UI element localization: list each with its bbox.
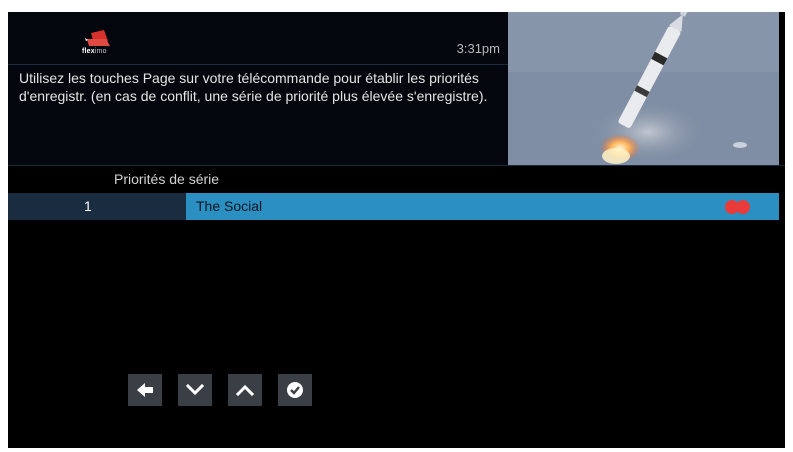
clock: 3:31pm: [456, 41, 500, 56]
checkmark-circle-icon: [287, 382, 303, 398]
header-divider: [8, 64, 508, 65]
record-series-icon: [725, 200, 753, 214]
chevron-down-icon: [186, 383, 204, 396]
logo-text: fleximo: [82, 48, 107, 55]
chevron-up-icon: [236, 384, 254, 397]
list-divider: [8, 165, 785, 166]
header: fleximo 3:31pm Utilisez les touches Page…: [8, 12, 508, 165]
confirm-button[interactable]: [278, 374, 312, 406]
column-header: Priorités de série: [114, 171, 220, 187]
logo-icon: [85, 30, 110, 46]
move-up-button[interactable]: [228, 374, 262, 406]
series-title: The Social: [196, 198, 263, 214]
priority-cell: 1: [8, 193, 186, 220]
tv-screen: fleximo 3:31pm Utilisez les touches Page…: [8, 12, 785, 448]
back-button[interactable]: [128, 374, 162, 406]
arrow-left-icon: [137, 383, 153, 397]
flexiimo-logo: fleximo: [80, 29, 120, 59]
move-down-button[interactable]: [178, 374, 212, 406]
instructions-text: Utilisez les touches Page sur votre télé…: [19, 70, 488, 104]
series-title-cell: The Social: [186, 193, 779, 220]
priority-number: 1: [84, 198, 92, 214]
list-item[interactable]: 1 The Social: [8, 193, 779, 220]
rocket-launch-image: [508, 12, 779, 165]
live-tv-preview: [508, 12, 779, 165]
